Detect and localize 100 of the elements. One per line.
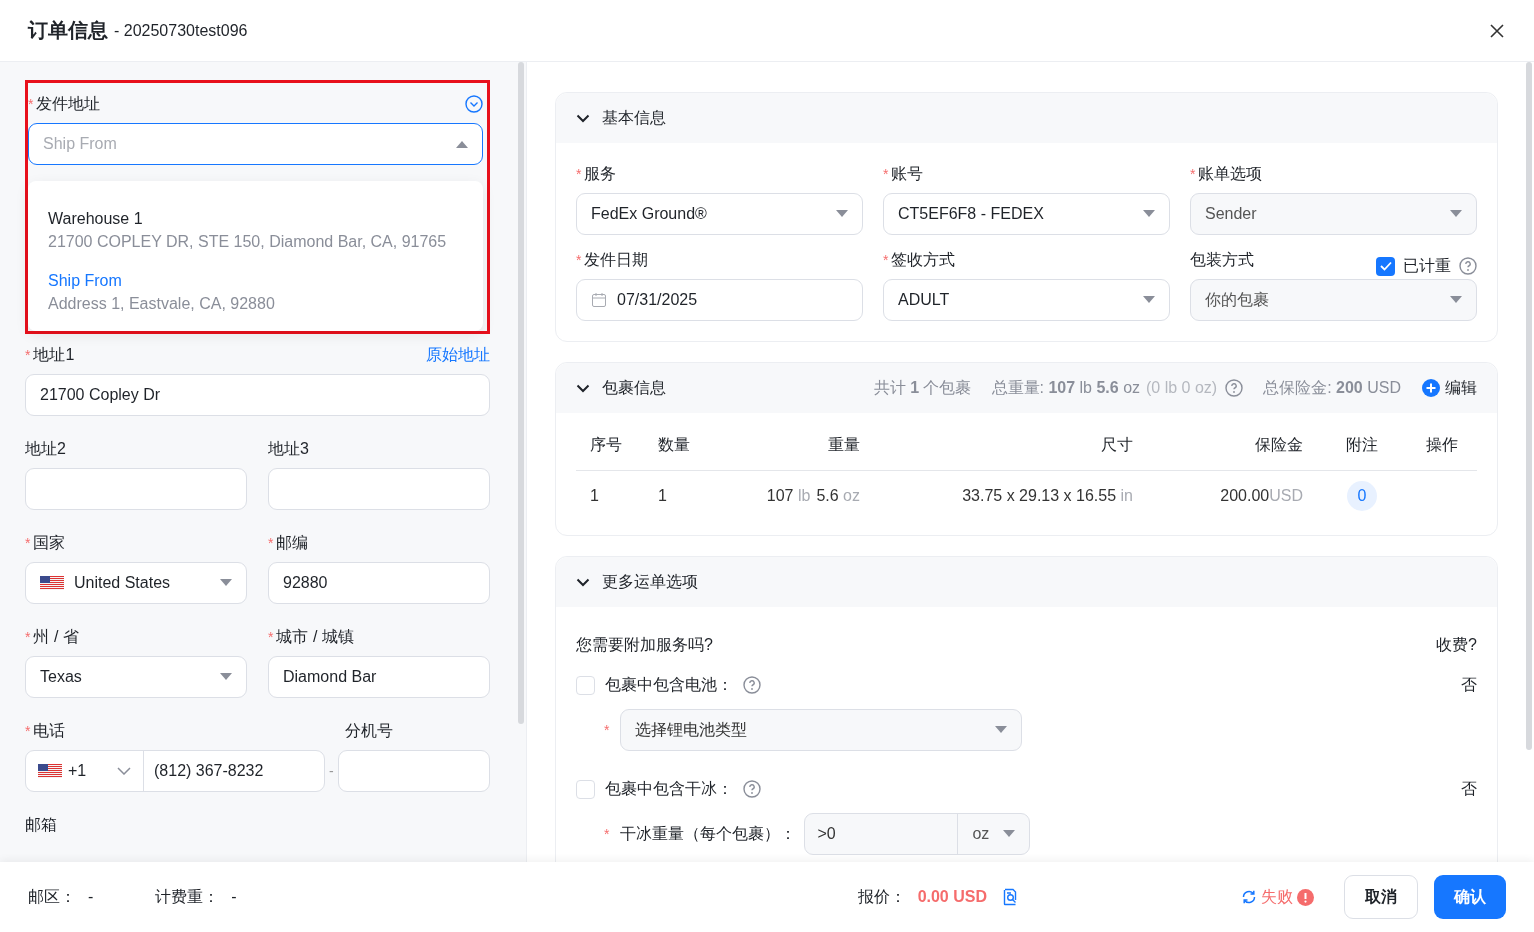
footer-value: - — [88, 888, 94, 906]
separator: - — [329, 763, 334, 779]
quote-value: 0.00 USD — [917, 888, 987, 906]
table-cell-text: 1 — [657, 486, 668, 506]
order-number: - 20250730test096 — [114, 21, 248, 40]
cancel-button[interactable]: 取消 — [1344, 875, 1418, 919]
field-label: 地址1 — [33, 344, 75, 365]
caret-icon — [1143, 296, 1155, 304]
confirm-button[interactable]: 确认 — [1434, 875, 1506, 919]
field-label: 账单选项 — [1198, 163, 1263, 184]
dropdown[interactable]: CT5EF6F8 - FEDEX — [883, 193, 1170, 235]
dropdown[interactable]: United States — [25, 562, 247, 604]
caret-icon — [220, 673, 232, 681]
input-field[interactable]: 92880 — [268, 562, 490, 604]
help-icon[interactable] — [743, 780, 761, 798]
field-label: 签收方式 — [891, 249, 956, 270]
field-label: 干冰重量（每个包裹）： — [620, 823, 797, 844]
weight-input[interactable]: >0 — [805, 814, 958, 854]
table-cell-text: 33.75 x 29.13 x 16.55 in — [961, 486, 1134, 506]
original-address-link[interactable]: 原始地址 — [426, 344, 490, 366]
required-mark: * — [25, 723, 31, 739]
phone-input[interactable]: (812) 367-8232 — [144, 751, 324, 791]
required-mark: * — [268, 535, 274, 551]
column-header: 保险金 — [1147, 413, 1317, 471]
field-label: 城市 / 城镇 — [276, 626, 354, 647]
unit-select[interactable]: oz — [957, 814, 1030, 854]
caret-icon — [220, 579, 232, 587]
field-label: 地址3 — [268, 438, 309, 459]
required-mark: * — [28, 96, 34, 112]
fee-value: 否 — [1461, 778, 1477, 799]
footer-value: - — [231, 888, 237, 906]
input-field[interactable]: Diamond Bar — [268, 656, 490, 698]
chevron-icon[interactable] — [576, 113, 590, 123]
chevron-icon[interactable] — [576, 383, 590, 393]
dropdown[interactable]: FedEx Ground® — [576, 193, 863, 235]
caret-icon — [1450, 210, 1462, 218]
caret-icon — [1143, 210, 1155, 218]
input-field[interactable] — [25, 468, 247, 510]
date-field[interactable]: 07/31/2025 — [576, 279, 863, 321]
close-button[interactable] — [1488, 21, 1506, 40]
section-header[interactable]: 基本信息 — [556, 93, 1497, 143]
package-summary: 共计 1 个包裹 — [873, 377, 972, 398]
flag-icon — [40, 576, 64, 590]
extension-field[interactable] — [337, 750, 490, 792]
required-mark: * — [883, 166, 889, 182]
footer-label: 计费重： — [155, 886, 220, 907]
question-text: 您需要附加服务吗? — [576, 634, 713, 655]
quote-detail-icon[interactable] — [1001, 888, 1019, 906]
help-icon[interactable] — [1225, 379, 1244, 397]
flag-icon — [38, 764, 62, 778]
input-field[interactable] — [268, 468, 490, 510]
help-icon[interactable] — [743, 676, 761, 694]
table-cell-text: 1 — [589, 486, 600, 506]
required-mark: * — [25, 629, 31, 645]
checkbox-label: 已计重 — [1403, 255, 1451, 276]
column-header: 尺寸 — [874, 413, 1147, 471]
chevron-circle-icon[interactable] — [465, 95, 483, 113]
footer-label: 邮区： — [28, 886, 76, 907]
option-label: 包裹中包含干冰： — [605, 778, 733, 799]
fee-header: 收费? — [1436, 634, 1477, 655]
refresh-icon — [1241, 889, 1257, 905]
field-label: 地址2 — [25, 438, 66, 459]
error-icon — [1297, 888, 1314, 906]
section-header[interactable]: 更多运单选项 — [556, 557, 1497, 607]
caret-icon — [456, 140, 468, 148]
table-cell-text: 107 lb 5.6 oz — [765, 486, 861, 506]
section-title: 更多运单选项 — [602, 571, 698, 592]
country-code-select[interactable]: +1 — [26, 751, 144, 791]
dialog-title: 订单信息 — [28, 18, 108, 43]
edit-button[interactable]: 编辑 — [1421, 377, 1477, 399]
notes-count[interactable]: 0 — [1347, 481, 1377, 511]
address-option[interactable]: Warehouse 1 21700 COPLEY DR, STE 150, Diamond Bar, CA, 91765 — [44, 199, 467, 261]
checkbox[interactable] — [576, 675, 595, 695]
dropdown[interactable]: ADULT — [883, 279, 1170, 321]
field-label: 账号 — [891, 163, 924, 184]
field-label: 服务 — [584, 163, 617, 184]
caret-icon — [1450, 296, 1462, 304]
footer-label: 报价： — [857, 886, 906, 907]
caret-icon — [836, 210, 848, 218]
section-title: 包裹信息 — [602, 377, 666, 398]
help-icon[interactable] — [1459, 257, 1477, 275]
chevron-icon[interactable] — [576, 577, 590, 587]
checkbox[interactable] — [576, 779, 595, 799]
check-icon — [1379, 261, 1392, 271]
dropdown[interactable]: Texas — [25, 656, 247, 698]
field-label: 州 / 省 — [33, 626, 79, 647]
column-header: 附注 — [1317, 413, 1407, 471]
input-field[interactable]: 21700 Copley Dr — [25, 374, 490, 416]
scrollbar[interactable] — [518, 62, 524, 724]
column-header: 操作 — [1407, 413, 1477, 471]
scrollbar[interactable] — [1526, 62, 1532, 750]
required-mark: * — [576, 166, 582, 182]
required-mark: * — [576, 252, 582, 268]
plus-icon — [1421, 378, 1441, 398]
checkbox[interactable] — [1376, 256, 1395, 276]
section-header[interactable]: 包裹信息 共计 1 个包裹 总重量: 107 lb 5.6 oz (0 lb 0 oz) 总保险金: 200 USD 编辑 — [556, 363, 1497, 413]
required-mark: * — [268, 629, 274, 645]
calendar-icon — [591, 292, 607, 308]
dropdown[interactable]: 选择锂电池类型 — [620, 709, 1023, 751]
address-option[interactable]: Ship From Address 1, Eastvale, CA, 92880 — [44, 261, 467, 323]
